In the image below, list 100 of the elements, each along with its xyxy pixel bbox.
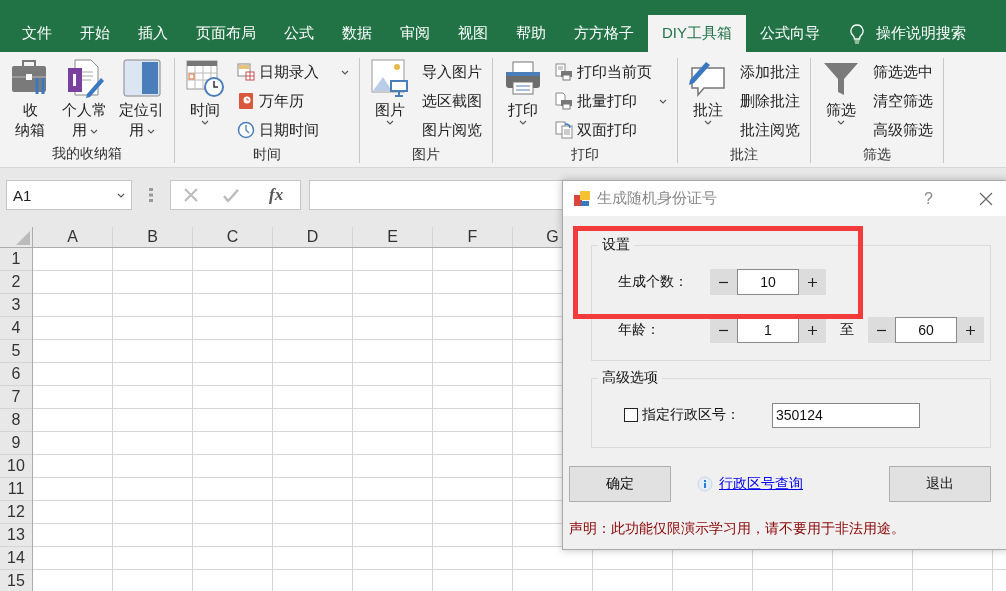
ribbon-button[interactable]: 时间 [181, 58, 229, 144]
column-header[interactable]: C [193, 227, 273, 247]
printer-icon [503, 58, 543, 98]
calendar-book-icon [237, 92, 255, 110]
group-label: 图片 [411, 145, 441, 164]
ribbon-button[interactable]: 定位引 用 [115, 58, 168, 143]
calendar-clock-icon [185, 58, 225, 98]
grip-icon [149, 188, 153, 202]
ribbon-button[interactable]: 添加批注 [736, 58, 804, 86]
ribbon-tab[interactable]: 页面布局 [182, 15, 270, 52]
ribbon-button[interactable]: 图片阅览 [418, 116, 486, 144]
disclaimer-text: 声明：此功能仅限演示学习用，请不要用于非法用途。 [569, 520, 906, 538]
row-header[interactable]: 7 [0, 386, 32, 409]
ribbon-button[interactable]: 选区截图 [418, 87, 486, 115]
ribbon-button[interactable]: 日期时间 [233, 116, 353, 144]
increment-button[interactable] [957, 317, 984, 343]
cancel-icon[interactable] [183, 188, 198, 202]
group-title: 高级选项 [601, 369, 659, 387]
decrement-button[interactable] [710, 317, 737, 343]
number-field[interactable]: 10 [737, 269, 799, 295]
number-field[interactable]: 1 [737, 317, 799, 343]
field-label: 生成个数： [618, 273, 689, 291]
group-label: 批注 [729, 145, 759, 164]
app-icon [573, 189, 591, 208]
ribbon-tab[interactable]: DIY工具箱 [648, 15, 746, 52]
row-header[interactable]: 14 [0, 547, 32, 570]
ribbon-tab[interactable]: 公式向导 [746, 15, 834, 52]
ribbon-button[interactable]: 导入图片 [418, 58, 486, 86]
select-all-icon[interactable] [16, 231, 30, 245]
ribbon-tab[interactable]: 公式 [270, 15, 328, 52]
row-header[interactable]: 13 [0, 524, 32, 547]
column-header[interactable]: E [353, 227, 433, 247]
duplex-pages-icon [555, 121, 573, 139]
name-box[interactable]: A1 [6, 180, 132, 210]
split-panel-icon [121, 58, 162, 98]
ribbon-tab[interactable]: 文件 [8, 15, 66, 52]
ribbon-button[interactable]: 打印当前页 [551, 58, 671, 86]
row-header[interactable]: 10 [0, 455, 32, 478]
ribbon-tab[interactable]: 审阅 [386, 15, 444, 52]
ribbon-button[interactable]: 批量打印 [551, 87, 671, 115]
column-header[interactable]: F [433, 227, 513, 247]
ribbon-button[interactable]: 筛选 [817, 58, 865, 144]
ribbon-tab[interactable]: 数据 [328, 15, 386, 52]
ribbon-button[interactable]: 图片 [366, 58, 414, 144]
ribbon-button[interactable]: 收 纳箱 [6, 58, 54, 143]
row-header[interactable]: 1 [0, 248, 32, 271]
ribbon-button[interactable]: 删除批注 [736, 87, 804, 115]
ok-button[interactable]: 确定 [569, 466, 671, 502]
row-header[interactable]: 3 [0, 294, 32, 317]
increment-button[interactable] [799, 269, 826, 295]
clock-icon [237, 121, 255, 139]
insert-function-button[interactable]: fx [265, 185, 288, 205]
checkbox[interactable] [624, 408, 638, 422]
ribbon-button[interactable]: 批注阅览 [736, 116, 804, 144]
ribbon-tab[interactable]: 插入 [124, 15, 182, 52]
group-label: 我的收纳箱 [51, 144, 123, 163]
caret-icon [117, 192, 125, 198]
checkbox-label[interactable]: 指定行政区号： [642, 406, 740, 424]
info-icon [697, 476, 713, 492]
ribbon-button[interactable]: 双面打印 [551, 116, 671, 144]
ribbon-button[interactable]: 打印 [499, 58, 547, 144]
ribbon-button[interactable]: 高级筛选 [869, 116, 937, 144]
row-header[interactable]: 2 [0, 271, 32, 294]
group-label: 打印 [570, 145, 600, 164]
row-header[interactable]: 6 [0, 363, 32, 386]
row-header[interactable]: 11 [0, 478, 32, 501]
ribbon-button[interactable]: 筛选选中 [869, 58, 937, 86]
field-label: 年龄： [618, 321, 661, 339]
ribbon-tab[interactable]: 方方格子 [560, 15, 648, 52]
column-header[interactable]: B [113, 227, 193, 247]
ribbon-button[interactable]: 清空筛选 [869, 87, 937, 115]
column-header[interactable]: A [33, 227, 113, 247]
row-header[interactable]: 15 [0, 570, 32, 591]
search-button[interactable]: 操作说明搜索 [842, 15, 974, 52]
region-code-field[interactable]: 350124 [772, 402, 920, 428]
ribbon-tab[interactable]: 帮助 [502, 15, 560, 52]
row-header[interactable]: 12 [0, 501, 32, 524]
row-header[interactable]: 8 [0, 409, 32, 432]
column-header[interactable]: D [273, 227, 353, 247]
exit-button[interactable]: 退出 [889, 466, 991, 502]
lookup-link[interactable]: 行政区号查询 [719, 475, 803, 493]
ribbon-tab[interactable]: 视图 [444, 15, 502, 52]
ribbon-button[interactable]: 个人常 用 [58, 58, 111, 143]
row-header[interactable]: 5 [0, 340, 32, 363]
checkmark-icon[interactable] [223, 188, 240, 202]
row-header[interactable]: 4 [0, 317, 32, 340]
ribbon-button[interactable]: 日期录入 [233, 58, 353, 86]
number-field[interactable]: 60 [895, 317, 957, 343]
ribbon-tab[interactable]: 开始 [66, 15, 124, 52]
plus-icon [966, 325, 975, 335]
plus-icon [808, 277, 817, 287]
ribbon-button[interactable]: 万年历 [233, 87, 353, 115]
ribbon-button[interactable]: 批注 [684, 58, 732, 144]
plus-icon [808, 325, 817, 335]
document-printer-icon [555, 92, 573, 110]
help-button[interactable]: ? [918, 188, 939, 209]
row-header[interactable]: 9 [0, 432, 32, 455]
increment-button[interactable] [799, 317, 826, 343]
range-separator: 至 [840, 321, 854, 339]
group-label: 筛选 [862, 145, 892, 164]
